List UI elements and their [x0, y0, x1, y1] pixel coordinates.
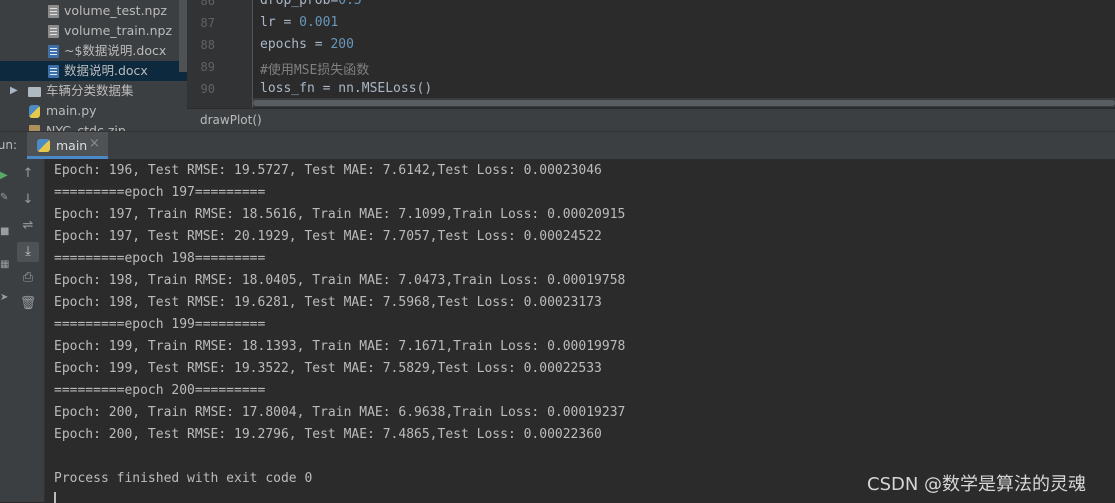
chevron-right-icon[interactable]: ▶	[10, 81, 18, 101]
line-number: 89	[200, 60, 215, 74]
tree-item-label: volume_train.npz	[64, 23, 173, 38]
npz-file-icon	[48, 25, 59, 38]
console-line: Epoch: 197, Test RMSE: 20.1929, Test MAE…	[54, 229, 602, 244]
code-line[interactable]: epochs = 200	[260, 37, 354, 52]
stop-icon[interactable]: ■	[0, 227, 10, 237]
code-number: 0.5	[338, 0, 362, 8]
text-caret	[54, 492, 56, 503]
tree-item-main-py[interactable]: main.py	[0, 101, 187, 121]
trash-icon[interactable]: 🗑	[17, 294, 39, 314]
code-text: drop_prob=	[260, 0, 339, 8]
top-area: volume_test.npz volume_train.npz ~$数据说明.…	[0, 0, 1115, 132]
folder-icon	[28, 87, 41, 97]
tree-item-nyc-zip[interactable]: NYC_ctdc.zip	[0, 121, 187, 131]
code-number: 0.001	[299, 15, 339, 30]
project-tree: volume_test.npz volume_train.npz ~$数据说明.…	[0, 0, 187, 131]
tree-item-label: volume_test.npz	[64, 3, 167, 18]
tree-item-data-docx[interactable]: 数据说明.docx	[0, 61, 187, 81]
tab-label: main	[56, 138, 88, 153]
tree-item-label: NYC_ctdc.zip	[46, 123, 126, 131]
layout-icon[interactable]: ▦	[0, 260, 10, 270]
print-icon[interactable]: ⎙	[17, 268, 39, 288]
gutter-divider	[252, 0, 253, 108]
soft-wrap-icon[interactable]: ⇌	[17, 216, 39, 236]
console-line: Process finished with exit code 0	[54, 471, 313, 486]
scrollbar-thumb[interactable]	[253, 100, 1115, 106]
docx-file-icon	[48, 65, 59, 78]
console-line: Epoch: 200, Test RMSE: 19.2796, Test MAE…	[54, 427, 602, 442]
tree-item-label: 数据说明.docx	[64, 63, 148, 78]
code-line[interactable]: loss_fn = nn.MSELoss()	[260, 81, 432, 96]
run-icon[interactable]: ▶	[0, 171, 10, 181]
console-line: =========epoch 197=========	[54, 185, 266, 200]
code-text: epochs =	[260, 37, 331, 52]
code-line[interactable]: drop_prob=0.5	[260, 0, 362, 8]
scroll-to-end-icon[interactable]: ⤓	[17, 242, 39, 262]
run-toolbar: Run: main ×	[0, 131, 1115, 160]
line-number: 88	[200, 38, 215, 52]
console-line: Epoch: 199, Test RMSE: 19.3522, Test MAE…	[54, 361, 602, 376]
pin-icon[interactable]: ➤	[0, 293, 10, 303]
console-line: =========epoch 199=========	[54, 317, 266, 332]
left-tool-strip: ▶ ✎ ■ ▦ ➤	[0, 159, 12, 502]
code-line[interactable]: #使用MSE损失函数	[260, 59, 369, 78]
tree-item-label: 车辆分类数据集	[46, 83, 134, 98]
watermark: CSDN @数学是算法的灵魂	[867, 474, 1087, 495]
tree-item-label: ~$数据说明.docx	[64, 43, 167, 58]
editor-horizontal-scrollbar[interactable]	[253, 98, 1115, 107]
tree-item-temp-docx[interactable]: ~$数据说明.docx	[0, 41, 187, 61]
code-line[interactable]: lr = 0.001	[260, 15, 338, 30]
code-comment: #使用MSE损失函数	[260, 63, 370, 78]
console-line: Epoch: 199, Train RMSE: 18.1393, Train M…	[54, 339, 626, 354]
code-number: 200	[330, 37, 354, 52]
tab-main[interactable]: main ×	[27, 132, 108, 159]
console-output[interactable]: Epoch: 196, Test RMSE: 19.5727, Test MAE…	[45, 159, 1115, 503]
console-line: =========epoch 198=========	[54, 251, 266, 266]
tree-item-volume-test[interactable]: volume_test.npz	[0, 1, 187, 21]
tree-item-vehicle-dataset[interactable]: ▶ 车辆分类数据集	[0, 81, 187, 101]
tree-item-volume-train[interactable]: volume_train.npz	[0, 21, 187, 41]
npz-file-icon	[48, 5, 59, 18]
console-toolbar: ↑ ↓ ⇌ ⤓ ⎙ 🗑	[12, 159, 45, 502]
arrow-up-icon[interactable]: ↑	[17, 164, 39, 184]
python-file-icon	[29, 105, 40, 118]
line-number: 87	[200, 16, 215, 30]
console-line: Epoch: 197, Train RMSE: 18.5616, Train M…	[54, 207, 626, 222]
run-label: Run:	[0, 138, 18, 152]
python-icon	[37, 139, 50, 152]
breadcrumb: drawPlot()	[187, 108, 1115, 132]
breadcrumb-item[interactable]: drawPlot()	[200, 113, 262, 127]
code-text: lr =	[260, 15, 300, 30]
docx-file-icon	[48, 45, 59, 58]
tree-scrollbar[interactable]	[179, 0, 187, 72]
arrow-down-icon[interactable]: ↓	[17, 190, 39, 210]
line-number: 90	[200, 82, 215, 96]
tree-item-label: main.py	[46, 103, 97, 118]
console-line: Epoch: 198, Test RMSE: 19.6281, Test MAE…	[54, 295, 602, 310]
code-text: loss_fn = nn.MSELoss()	[260, 81, 433, 96]
close-icon[interactable]: ×	[89, 136, 100, 151]
console-line: Epoch: 196, Test RMSE: 19.5727, Test MAE…	[54, 163, 602, 178]
console-line: Epoch: 200, Train RMSE: 17.8004, Train M…	[54, 405, 626, 420]
console-line: =========epoch 200=========	[54, 383, 266, 398]
console-line: Epoch: 198, Train RMSE: 18.0405, Train M…	[54, 273, 626, 288]
line-number: 86	[200, 0, 215, 8]
wrench-icon[interactable]: ✎	[0, 193, 10, 203]
